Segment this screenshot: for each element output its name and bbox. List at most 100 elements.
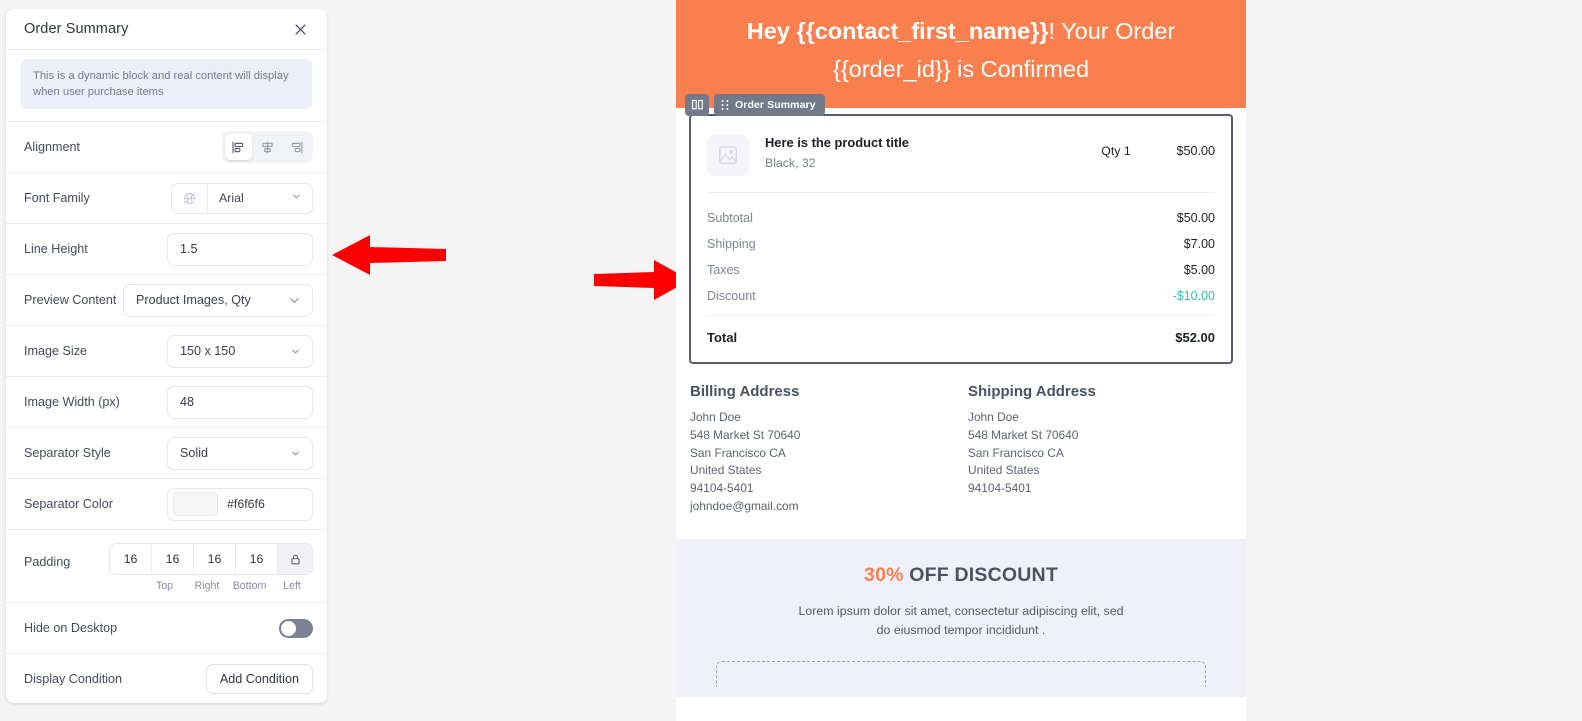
dynamic-block-notice: This is a dynamic block and real content…	[6, 50, 327, 123]
image-width-label: Image Width (px)	[24, 395, 120, 410]
padding-row: Padding 16 16 16 16 Top Right Bottom Lef…	[6, 530, 327, 604]
billing-line: San Francisco CA	[690, 445, 786, 460]
hide-on-desktop-toggle[interactable]	[279, 618, 313, 638]
grand-total-value: $52.00	[1175, 330, 1215, 346]
item-price: $50.00	[1176, 144, 1215, 159]
separator-style-row: Separator Style Solid	[6, 428, 327, 480]
coupon-dashed-box[interactable]	[716, 661, 1206, 688]
shipping-line: United States	[968, 463, 1040, 478]
total-row: Shipping $7.00	[707, 231, 1215, 257]
padding-control: 16 16 16 16 Top Right Bottom Left	[109, 543, 313, 592]
toggle-knob	[281, 620, 296, 636]
padding-bottom-caption: Bottom	[232, 580, 267, 593]
separator-style-select[interactable]: Solid	[167, 436, 313, 470]
separator-color-row: Separator Color #f6f6f6	[6, 479, 327, 531]
separator-color-label: Separator Color	[24, 497, 113, 512]
columns-icon[interactable]	[685, 94, 709, 117]
addresses-block: Billing Address John Doe 548 Market St 7…	[676, 364, 1246, 515]
add-condition-button[interactable]: Add Condition	[205, 664, 313, 695]
discount-promo-block[interactable]: 30% OFF DISCOUNT Lorem ipsum dolor sit a…	[676, 538, 1246, 697]
padding-left-input[interactable]: 16	[236, 544, 278, 575]
notice-text: This is a dynamic block and real content…	[21, 59, 312, 110]
padding-bottom-input[interactable]: 16	[194, 544, 236, 575]
block-label-order-summary[interactable]: Order Summary	[714, 94, 825, 117]
banner-heading-bold: Hey {{contact_first_name}}	[746, 18, 1049, 44]
shipping-label: Shipping	[707, 237, 756, 252]
align-right-icon[interactable]	[283, 134, 310, 160]
font-family-select[interactable]: Arial	[208, 184, 312, 213]
grand-total-label: Total	[707, 330, 738, 346]
alignment-row: Alignment	[6, 122, 327, 174]
drag-handle-icon	[721, 100, 729, 111]
lock-icon[interactable]	[278, 544, 312, 575]
separator-style-value: Solid	[180, 446, 209, 461]
item-text-block: Here is the product title Black, 32	[765, 134, 1079, 169]
shipping-address-heading: Shipping Address	[968, 383, 1096, 401]
banner-heading: Hey {{contact_first_name}}! Your Order {…	[702, 12, 1220, 88]
alignment-segmented-control	[222, 131, 313, 164]
item-quantity: Qty 1	[1101, 144, 1131, 159]
chevron-down-icon	[291, 191, 302, 205]
shipping-line: 548 Market St 70640	[968, 427, 1079, 442]
padding-left-caption: Left	[283, 580, 301, 593]
separator-color-field[interactable]: #f6f6f6	[167, 487, 313, 521]
shipping-address: Shipping Address John Doe 548 Market St …	[954, 383, 1232, 515]
line-height-input[interactable]: 1.5	[167, 232, 313, 266]
subtotal-value: $50.00	[1176, 211, 1215, 226]
image-width-input[interactable]: 48	[167, 385, 313, 419]
image-width-value: 48	[180, 395, 195, 410]
order-line-item: Here is the product title Black, 32 Qty …	[707, 132, 1215, 192]
billing-email: johndoe@gmail.com	[690, 498, 799, 513]
font-family-row: Font Family Arial	[6, 173, 327, 225]
image-size-label: Image Size	[24, 344, 87, 359]
preview-content-value: Product Images, Qty	[136, 293, 251, 308]
preview-content-label: Preview Content	[24, 293, 117, 308]
align-center-icon[interactable]	[254, 134, 281, 160]
billing-address: Billing Address John Doe 548 Market St 7…	[690, 383, 954, 515]
preview-content-row: Preview Content Product Images, Qty	[6, 275, 327, 327]
grand-total-row: Total $52.00	[707, 316, 1215, 349]
billing-address-heading: Billing Address	[690, 383, 800, 401]
billing-line: 548 Market St 70640	[690, 427, 801, 442]
image-size-select[interactable]: 150 x 150	[167, 334, 313, 368]
padding-captions: Top Right Bottom Left	[143, 580, 313, 592]
total-row: Taxes $5.00	[707, 257, 1215, 283]
image-placeholder-icon	[707, 134, 749, 177]
order-summary-block[interactable]: Here is the product title Black, 32 Qty …	[689, 114, 1233, 365]
line-height-value: 1.5	[180, 242, 198, 257]
shipping-line: San Francisco CA	[968, 445, 1064, 460]
image-width-row: Image Width (px) 48	[6, 377, 327, 429]
chevron-down-icon	[290, 346, 301, 357]
panel-title: Order Summary	[24, 21, 129, 37]
total-row: Discount -$10.00	[707, 283, 1215, 309]
discount-body: Lorem ipsum dolor sit amet, consectetur …	[696, 602, 1226, 641]
hide-on-desktop-row: Hide on Desktop	[6, 603, 327, 655]
close-icon[interactable]	[289, 18, 311, 40]
email-banner: Hey {{contact_first_name}}! Your Order {…	[676, 0, 1246, 109]
banner-heading-line2: {{order_id}} is Confirmed	[832, 56, 1090, 83]
shipping-line: John Doe	[968, 410, 1019, 425]
globe-slash-icon[interactable]	[172, 183, 208, 213]
discount-title: 30% OFF DISCOUNT	[696, 564, 1226, 587]
alignment-label: Alignment	[24, 140, 81, 155]
discount-body-line2: do eiusmod tempor incididunt .	[876, 622, 1046, 637]
discount-title-rest: OFF DISCOUNT	[903, 563, 1058, 586]
padding-top-input[interactable]: 16	[110, 544, 152, 575]
block-label-text: Order Summary	[735, 99, 816, 112]
order-totals: Subtotal $50.00 Shipping $7.00 Taxes $5.…	[707, 193, 1215, 315]
red-arrow-pointing-left	[332, 235, 446, 275]
discount-label: Discount	[707, 289, 756, 304]
billing-line: John Doe	[690, 410, 741, 425]
align-left-icon[interactable]	[225, 134, 252, 161]
subtotal-label: Subtotal	[707, 211, 753, 226]
color-swatch[interactable]	[173, 492, 218, 517]
font-family-value: Arial	[219, 191, 244, 206]
padding-right-caption: Right	[194, 580, 220, 593]
preview-content-select[interactable]: Product Images, Qty	[123, 283, 313, 317]
line-height-label: Line Height	[24, 242, 88, 257]
padding-label: Padding	[24, 555, 71, 570]
padding-inputs: 16 16 16 16	[109, 543, 313, 576]
shipping-line: 94104-5401	[968, 481, 1032, 496]
image-size-value: 150 x 150	[180, 344, 236, 359]
padding-right-input[interactable]: 16	[152, 544, 194, 575]
